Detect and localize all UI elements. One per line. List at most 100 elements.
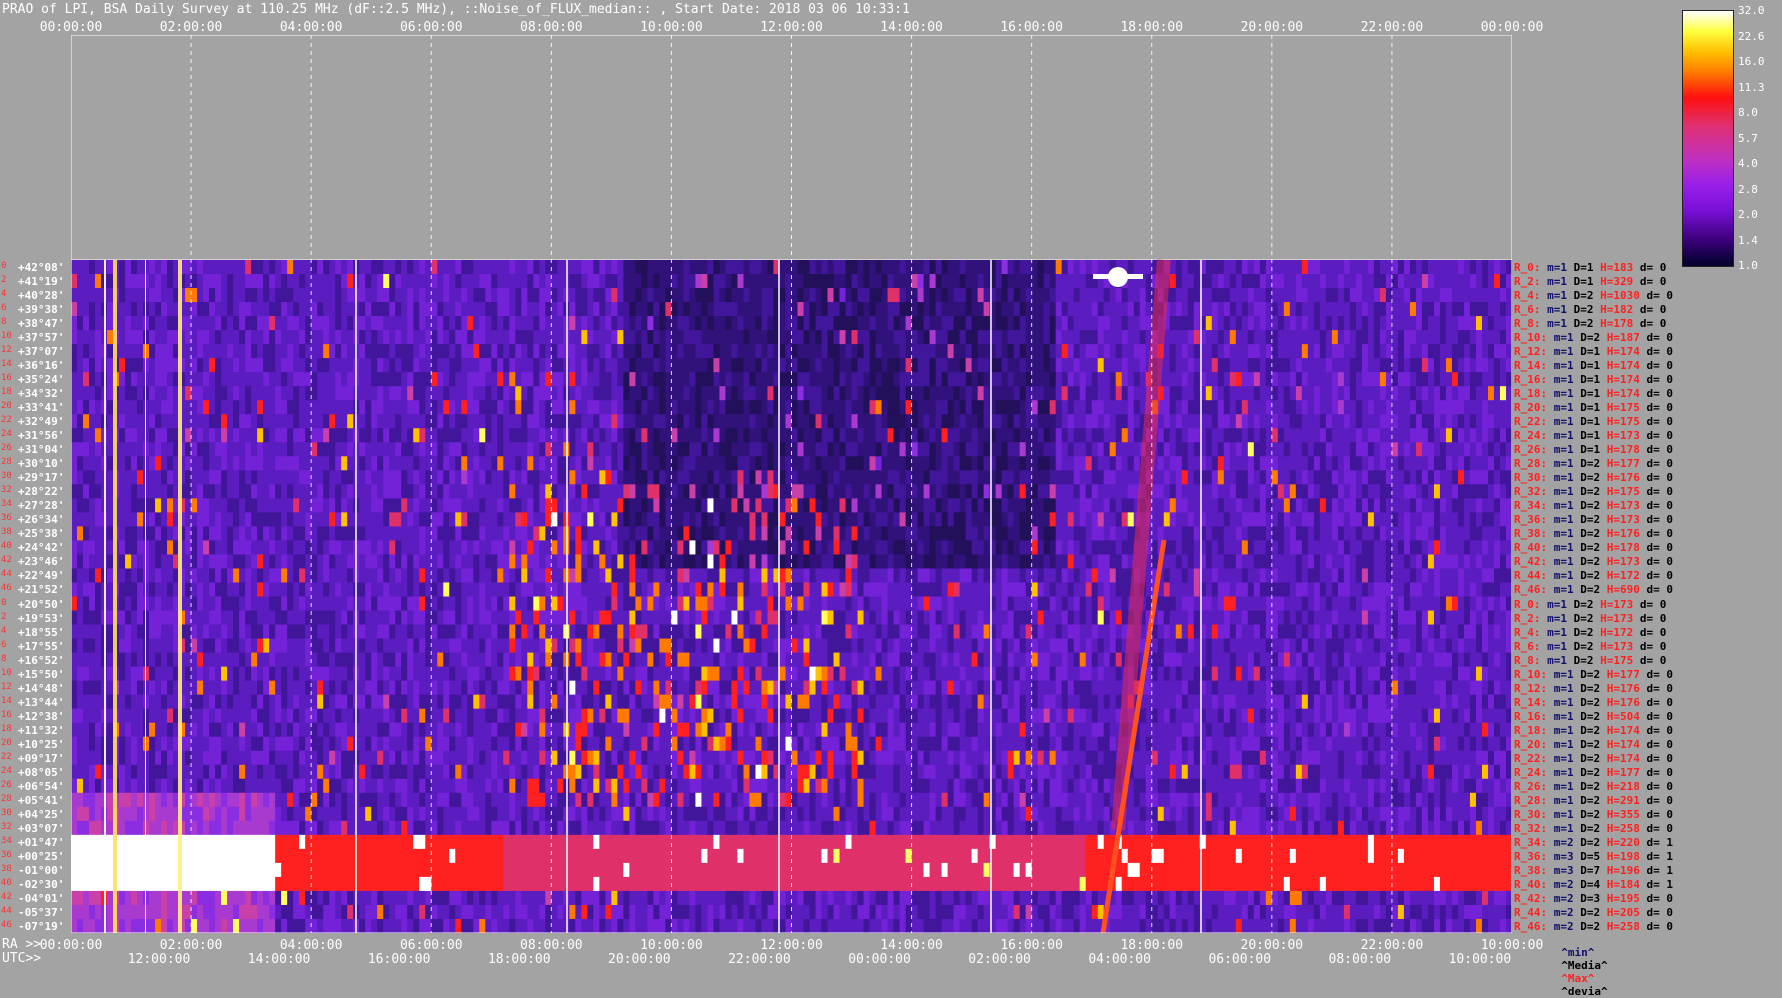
row-median: D=2 — [1580, 780, 1607, 793]
row-min: m=1 — [1554, 682, 1581, 695]
row-median: D=2 — [1580, 569, 1607, 582]
declination-label: +40°28' — [18, 290, 64, 301]
stats-legend: ^min^ ^Media^ ^Max^ ^devia^ — [1548, 933, 1608, 998]
ra-tick-label: 10:00:00 — [1481, 938, 1544, 953]
declination-label: +39°38' — [18, 304, 64, 315]
row-median: D=2 — [1574, 640, 1601, 653]
dec-index-label: 20 — [1, 739, 12, 748]
dec-index-label: 20 — [1, 402, 12, 411]
row-median: D=2 — [1580, 836, 1607, 849]
declination-label: +28°22' — [18, 486, 64, 497]
declination-label: +25°38' — [18, 528, 64, 539]
top-tick-label: 08:00:00 — [520, 20, 583, 35]
row-min: m=1 — [1547, 626, 1574, 639]
utc-tick-label: 02:00:00 — [968, 952, 1031, 967]
stats-row: R_2: m=1 D=1 H=329 d= 0 — [1514, 276, 1666, 287]
row-min: m=1 — [1554, 808, 1581, 821]
row-devia: d= 0 — [1647, 738, 1674, 751]
dec-index-label: 2 — [1, 276, 6, 285]
row-max: H=176 — [1607, 682, 1647, 695]
stats-row: R_28: m=1 D=2 H=177 d= 0 — [1514, 458, 1673, 469]
declination-label: +37°07' — [18, 346, 64, 357]
ra-tick-label: 16:00:00 — [1000, 938, 1063, 953]
row-min: m=1 — [1554, 668, 1581, 681]
row-devia: d= 0 — [1647, 682, 1674, 695]
declination-label: +09°17' — [18, 753, 64, 764]
row-min: m=3 — [1554, 864, 1581, 877]
utc-tick-label: 18:00:00 — [488, 952, 551, 967]
row-min: m=2 — [1554, 878, 1581, 891]
row-min: m=1 — [1554, 696, 1581, 709]
row-median: D=2 — [1574, 289, 1601, 302]
row-max: H=173 — [1607, 429, 1647, 442]
ra-tick-label: 08:00:00 — [520, 938, 583, 953]
row-max: H=175 — [1607, 415, 1647, 428]
row-devia: d= 0 — [1640, 598, 1667, 611]
dec-index-label: 10 — [1, 332, 12, 341]
declination-label: +38°47' — [18, 318, 64, 329]
row-max: H=177 — [1607, 457, 1647, 470]
rfi-vertical-stripe — [113, 260, 117, 933]
declination-label: +17°55' — [18, 641, 64, 652]
row-label: R_36: — [1514, 850, 1554, 863]
stats-row: R_26: m=1 D=1 H=178 d= 0 — [1514, 444, 1673, 455]
row-median: D=2 — [1580, 499, 1607, 512]
dec-index-label: 28 — [1, 795, 12, 804]
dec-index-label: 32 — [1, 823, 12, 832]
colorbar-tick-label: 8.0 — [1738, 106, 1758, 119]
row-devia: d= 0 — [1647, 359, 1674, 372]
row-median: D=2 — [1580, 696, 1607, 709]
top-tick-label: 00:00:00 — [1481, 20, 1544, 35]
row-max: H=173 — [1607, 555, 1647, 568]
row-devia: d= 0 — [1647, 331, 1674, 344]
row-label: R_24: — [1514, 429, 1554, 442]
colorbar-tick-label: 32.0 — [1738, 4, 1765, 17]
row-label: R_20: — [1514, 738, 1554, 751]
declination-label: +37°57' — [18, 332, 64, 343]
utc-tick-label: 14:00:00 — [248, 952, 311, 967]
dec-index-label: 24 — [1, 430, 12, 439]
declination-label: +08°05' — [18, 767, 64, 778]
row-min: m=1 — [1547, 289, 1574, 302]
row-min: m=1 — [1547, 598, 1574, 611]
declination-label: +13°44' — [18, 697, 64, 708]
row-median: D=2 — [1580, 527, 1607, 540]
dec-index-label: 40 — [1, 879, 12, 888]
row-label: R_0: — [1514, 261, 1547, 274]
stats-row: R_42: m=1 D=2 H=173 d= 0 — [1514, 556, 1673, 567]
ra-tick-label: 20:00:00 — [1241, 938, 1304, 953]
row-devia: d= 0 — [1647, 499, 1674, 512]
row-median: D=2 — [1580, 682, 1607, 695]
dec-index-label: 42 — [1, 556, 12, 565]
row-devia: d= 0 — [1647, 443, 1674, 456]
stats-row: R_26: m=1 D=2 H=218 d= 0 — [1514, 781, 1673, 792]
colorbar-tick-label: 2.8 — [1738, 183, 1758, 196]
stats-row: R_18: m=1 D=2 H=174 d= 0 — [1514, 725, 1673, 736]
row-min: m=1 — [1554, 387, 1581, 400]
row-label: R_22: — [1514, 415, 1554, 428]
row-min: m=1 — [1554, 583, 1581, 596]
row-devia: d= 0 — [1647, 387, 1674, 400]
row-max: H=173 — [1600, 598, 1640, 611]
dec-index-label: 28 — [1, 458, 12, 467]
ra-tick-label: 14:00:00 — [880, 938, 943, 953]
dec-index-label: 12 — [1, 683, 12, 692]
colorbar — [1682, 10, 1734, 267]
declination-label: +33°41' — [18, 402, 64, 413]
stats-row: R_8: m=1 D=2 H=175 d= 0 — [1514, 655, 1666, 666]
row-label: R_4: — [1514, 289, 1547, 302]
row-min: m=1 — [1547, 261, 1574, 274]
row-median: D=2 — [1574, 317, 1601, 330]
colorbar-tick-label: 22.6 — [1738, 30, 1765, 43]
row-devia: d= 0 — [1647, 583, 1674, 596]
dec-index-label: 44 — [1, 907, 12, 916]
row-label: R_14: — [1514, 696, 1554, 709]
row-devia: d= 0 — [1647, 780, 1674, 793]
ra-tick-label: 04:00:00 — [280, 938, 343, 953]
declination-label: -01°00' — [18, 865, 64, 876]
row-label: R_26: — [1514, 443, 1554, 456]
row-max: H=196 — [1607, 864, 1647, 877]
dec-index-label: 26 — [1, 781, 12, 790]
row-median: D=2 — [1580, 583, 1607, 596]
row-median: D=1 — [1580, 401, 1607, 414]
